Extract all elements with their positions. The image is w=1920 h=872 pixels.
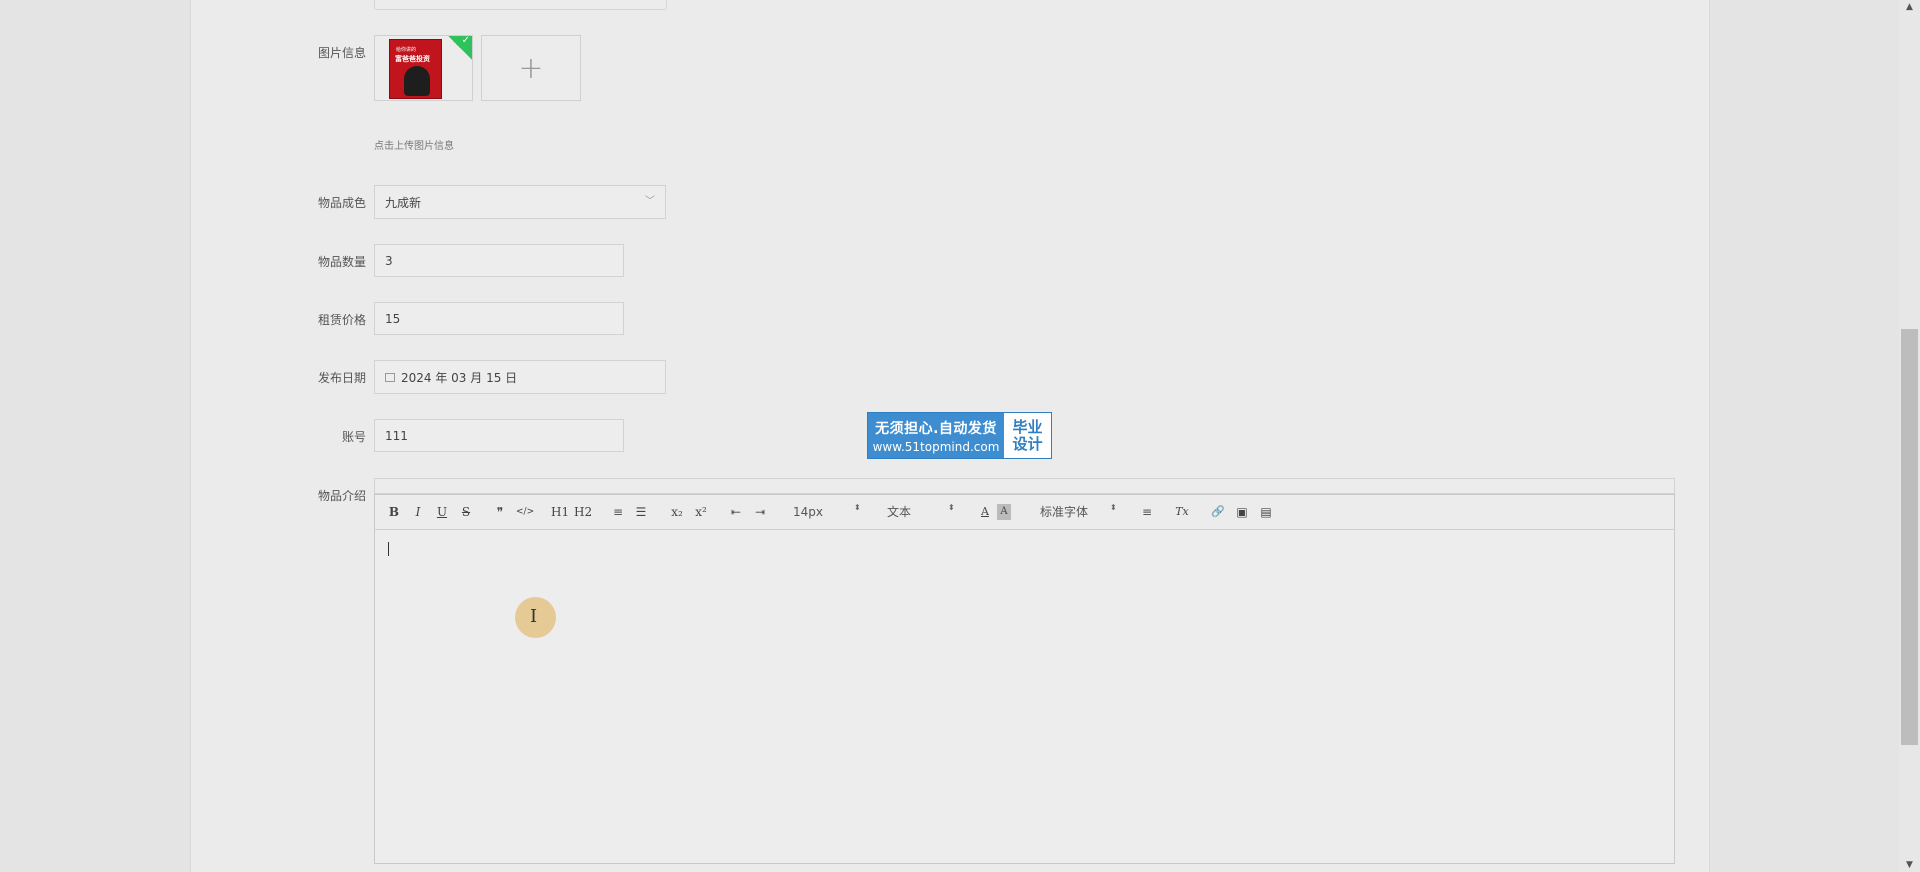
header-arrow-icon: ⬍ [948,503,955,512]
condition-select[interactable]: 九成新 ﹀ [374,185,666,219]
account-input[interactable]: 111 [374,419,624,452]
price-value: 15 [385,311,401,326]
date-value: 2024 年 03 月 15 日 [401,370,518,385]
font-color-button[interactable]: A [978,504,992,520]
upload-hint: 点击上传图片信息 [374,141,454,152]
quantity-input[interactable]: 3 [374,244,624,277]
bold-button[interactable]: B [387,504,401,520]
check-icon: ✓ [461,35,470,46]
condition-label: 物品成色 [317,196,366,210]
image-label: 图片信息 [317,46,366,60]
price-label: 租赁价格 [317,313,366,327]
blockquote-button[interactable]: ❞ [493,504,507,520]
banner-line2: www.51topmind.com [872,439,1000,454]
date-input[interactable]: 2024 年 03 月 15 日 [374,360,666,394]
intro-label: 物品介绍 [317,489,366,503]
align-button[interactable]: ≡ [1140,504,1154,520]
scrollbar-thumb[interactable] [1901,329,1918,745]
book-title-small: 给你讲的 [396,47,417,53]
uploaded-image-thumbnail[interactable]: 给你讲的 富爸爸投资 ✓ [374,35,473,101]
watermark-banner: 无须担心.自动发货 www.51topmind.com 毕业 设计 [867,412,1052,459]
outdent-button[interactable]: ⇤ [729,504,743,520]
book-cover-image: 给你讲的 富爸爸投资 [389,39,442,99]
clear-format-button[interactable]: Tx [1175,504,1189,520]
italic-button[interactable]: I [411,504,425,520]
indent-button[interactable]: ⇥ [753,504,767,520]
font-size-arrow-icon: ⬍ [854,503,861,512]
header1-button[interactable]: H1 [551,504,569,520]
banner-right: 毕业 设计 [1004,413,1051,458]
image-icon[interactable]: ▣ [1235,504,1249,520]
add-image-button[interactable]: + [481,35,581,101]
video-icon[interactable]: ▤ [1259,504,1273,520]
bullet-list-button[interactable]: ☰ [634,504,648,520]
previous-field-bottom [374,0,667,10]
header2-button[interactable]: H2 [574,504,592,520]
banner-right-line2: 设计 [1012,434,1043,453]
banner-line1: 无须担心.自动发货 [875,420,997,437]
text-caret [388,542,389,556]
quantity-label: 物品数量 [317,255,366,269]
editor-top-strip [374,478,1675,494]
header-select[interactable]: 文本 [887,504,911,520]
superscript-button[interactable]: x² [694,504,708,520]
link-icon[interactable]: 🔗 [1211,504,1225,520]
rich-text-toolbar: B I U S ❞ </> H1 H2 ≡ ☰ x₂ x² ⇤ ⇥ 14px ⬍… [374,494,1675,530]
font-family-arrow-icon: ⬍ [1110,503,1117,512]
strike-button[interactable]: S [459,504,473,520]
selected-corner-badge: ✓ [448,35,472,60]
ordered-list-button[interactable]: ≡ [611,504,625,520]
scroll-down-arrow-icon[interactable]: ▼ [1899,858,1920,872]
condition-value: 九成新 [385,195,422,210]
text-cursor-icon: I [530,606,538,627]
date-label: 发布日期 [317,371,366,385]
scroll-up-arrow-icon[interactable]: ▲ [1899,0,1920,14]
price-input[interactable]: 15 [374,302,624,335]
font-size-select[interactable]: 14px [793,504,823,520]
account-label: 账号 [341,430,366,444]
background-color-button[interactable]: A [997,504,1011,520]
quantity-value: 3 [385,253,393,268]
editor-content-area[interactable] [374,530,1675,864]
chevron-down-icon: ﹀ [645,196,655,207]
font-family-select[interactable]: 标准字体 [1040,504,1088,520]
book-title-large: 富爸爸投资 [395,55,430,63]
calendar-icon [385,372,395,382]
subscript-button[interactable]: x₂ [670,504,684,520]
banner-left: 无须担心.自动发货 www.51topmind.com [868,413,1004,458]
book-head-graphic [404,66,430,96]
underline-button[interactable]: U [435,504,449,520]
account-value: 111 [385,428,408,443]
code-block-button[interactable]: </> [516,504,534,520]
banner-right-line1: 毕业 [1012,417,1043,436]
